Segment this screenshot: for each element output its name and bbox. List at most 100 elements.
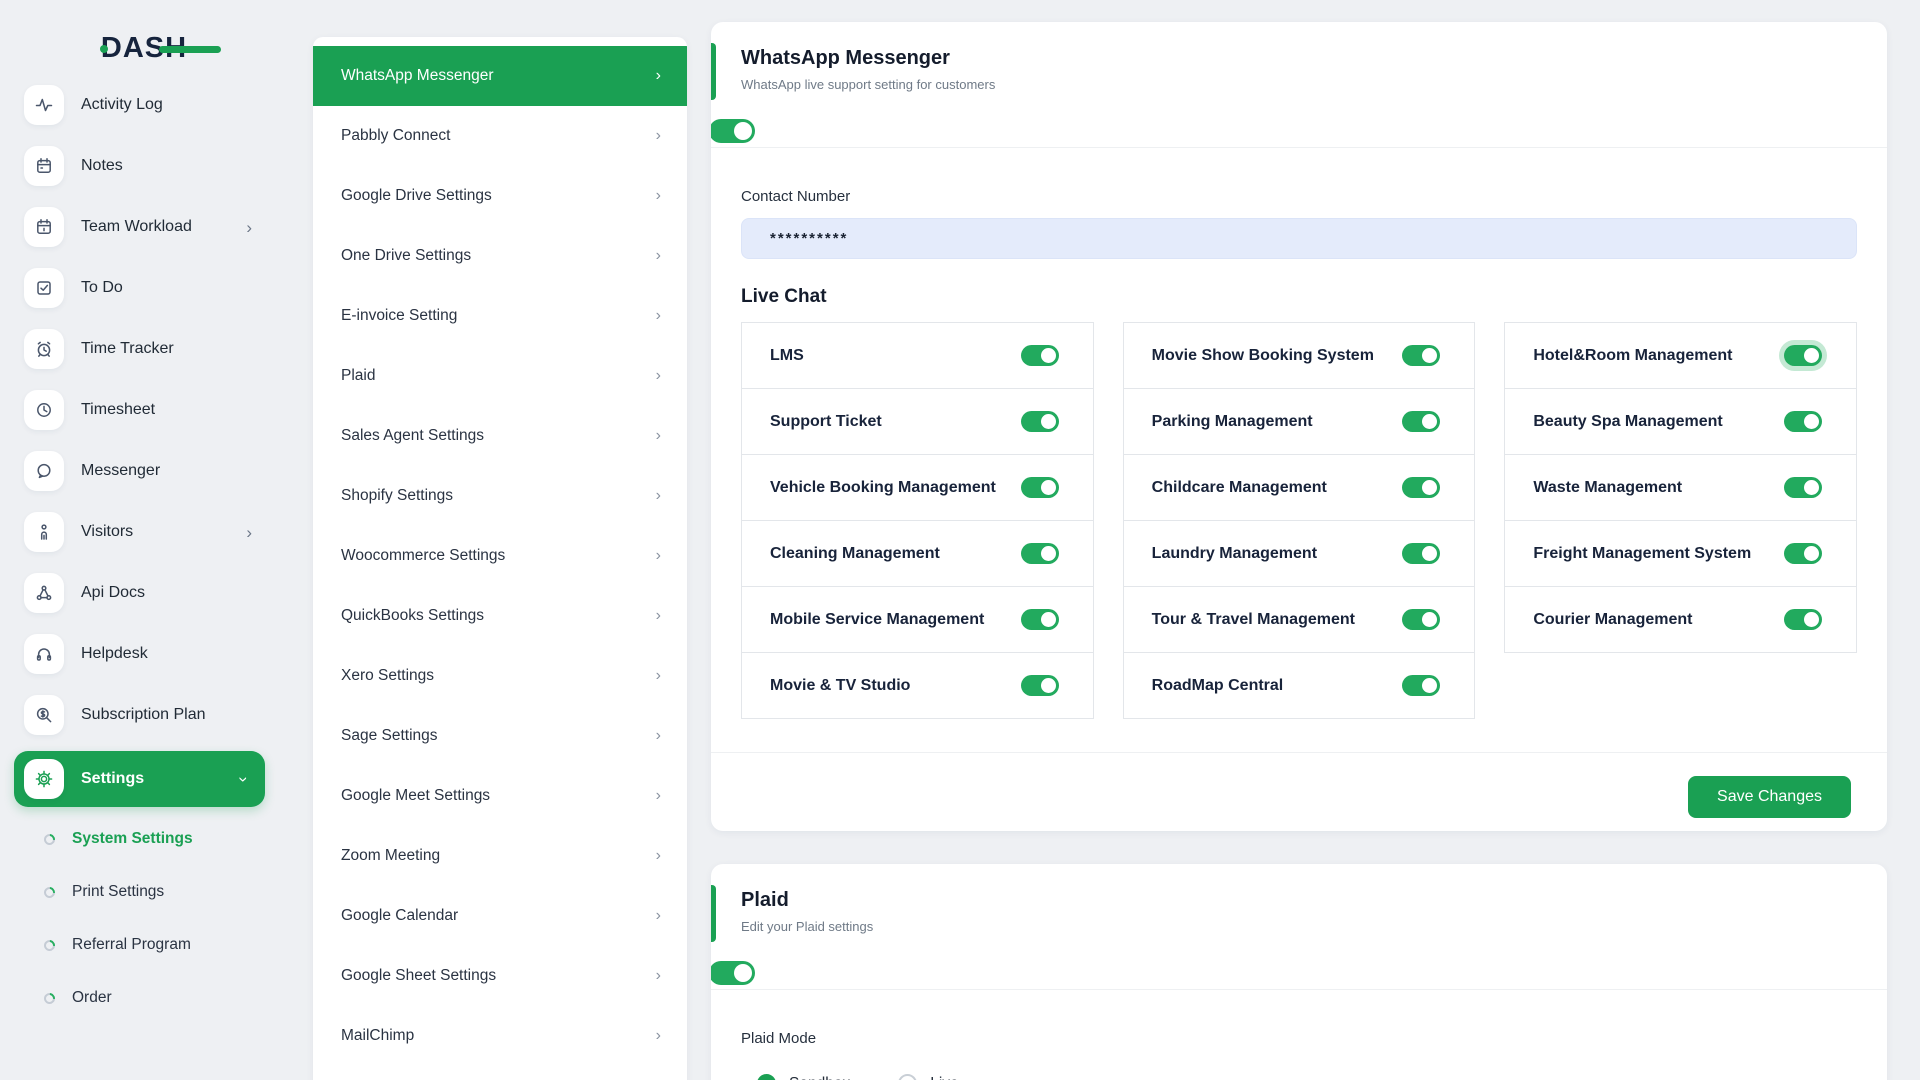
sidebar-nav: Activity Log Notes Team Workload › To Do	[0, 80, 288, 1029]
live-chat-column-1: LMS Support Ticket Vehicle Booking Manag…	[741, 322, 1094, 719]
card-subtitle: Edit your Plaid settings	[741, 919, 1855, 934]
whatsapp-card-footer: Save Changes	[711, 752, 1887, 818]
module-toggle[interactable]	[1402, 543, 1440, 564]
menu-item-google-sheet-settings[interactable]: Google Sheet Settings ›	[313, 946, 687, 1006]
sidebar-item-helpdesk[interactable]: Helpdesk	[0, 629, 288, 679]
subnav-item-referral-program[interactable]: Referral Program	[0, 923, 288, 967]
sidebar-item-messenger[interactable]: Messenger	[0, 446, 288, 496]
menu-item-e-invoice-setting[interactable]: E-invoice Setting ›	[313, 286, 687, 346]
pulse-icon	[24, 85, 64, 125]
subnav-item-system-settings[interactable]: System Settings	[0, 817, 288, 861]
module-toggle[interactable]	[1021, 675, 1059, 696]
live-radio[interactable]	[898, 1074, 917, 1080]
menu-item-sage-settings[interactable]: Sage Settings ›	[313, 706, 687, 766]
calendar-day-icon	[24, 207, 64, 247]
live-chat-column-2: Movie Show Booking System Parking Manage…	[1123, 322, 1476, 719]
chevron-right-icon: ›	[246, 219, 252, 236]
module-toggle[interactable]	[1402, 675, 1440, 696]
contact-number-input[interactable]	[741, 218, 1857, 259]
module-row-cleaning: Cleaning Management	[741, 520, 1094, 587]
menu-item-zoom-meeting[interactable]: Zoom Meeting ›	[313, 826, 687, 886]
plaid-mode-label: Plaid Mode	[741, 1030, 1857, 1047]
chevron-right-icon: ›	[656, 607, 661, 625]
chevron-right-icon: ›	[656, 67, 661, 85]
menu-item-pabbly-connect[interactable]: Pabbly Connect ›	[313, 106, 687, 166]
menu-item-quickbooks-settings[interactable]: QuickBooks Settings ›	[313, 586, 687, 646]
module-row-movie-tv-studio: Movie & TV Studio	[741, 652, 1094, 719]
circle-bullet-icon	[42, 884, 57, 899]
sidebar: DASH Activity Log Notes Team Workload ›	[0, 0, 288, 1080]
module-toggle-focused[interactable]	[1784, 345, 1822, 366]
module-toggle[interactable]	[1402, 345, 1440, 366]
save-changes-button[interactable]: Save Changes	[1688, 776, 1851, 818]
module-toggle[interactable]	[1402, 411, 1440, 432]
module-toggle[interactable]	[1402, 609, 1440, 630]
alarm-clock-icon	[24, 329, 64, 369]
share-nodes-icon	[24, 573, 64, 613]
module-row-lms: LMS	[741, 322, 1094, 389]
headset-icon	[24, 634, 64, 674]
menu-item-plaid[interactable]: Plaid ›	[313, 346, 687, 406]
card-title: Plaid	[741, 889, 1855, 912]
module-toggle[interactable]	[1402, 477, 1440, 498]
sidebar-item-visitors[interactable]: Visitors ›	[0, 507, 288, 557]
card-subtitle: WhatsApp live support setting for custom…	[741, 77, 1855, 92]
menu-item-google-drive-settings[interactable]: Google Drive Settings ›	[313, 166, 687, 226]
subnav-item-order[interactable]: Order	[0, 976, 288, 1020]
module-toggle[interactable]	[1021, 477, 1059, 498]
plaid-card-header: Plaid Edit your Plaid settings	[711, 864, 1887, 990]
module-row-roadmap-central: RoadMap Central	[1123, 652, 1476, 719]
sandbox-radio[interactable]	[757, 1074, 776, 1080]
green-accent-bar	[711, 43, 716, 100]
module-toggle[interactable]	[1784, 411, 1822, 432]
plaid-card-body: Plaid Mode Sandbox Live	[711, 1030, 1887, 1080]
menu-item-google-meet-settings[interactable]: Google Meet Settings ›	[313, 766, 687, 826]
menu-item-shopify-settings[interactable]: Shopify Settings ›	[313, 466, 687, 526]
circle-bullet-icon	[42, 990, 57, 1005]
sidebar-item-notes[interactable]: Notes	[0, 141, 288, 191]
gear-icon	[24, 759, 64, 799]
chevron-right-icon: ›	[656, 967, 661, 985]
chevron-right-icon: ›	[656, 307, 661, 325]
sidebar-item-time-tracker[interactable]: Time Tracker	[0, 324, 288, 374]
module-row-childcare: Childcare Management	[1123, 454, 1476, 521]
module-toggle[interactable]	[1021, 609, 1059, 630]
module-row-tour-travel: Tour & Travel Management	[1123, 586, 1476, 653]
app-logo: DASH	[0, 32, 288, 65]
menu-item-xero-settings[interactable]: Xero Settings ›	[313, 646, 687, 706]
menu-item-one-drive-settings[interactable]: One Drive Settings ›	[313, 226, 687, 286]
module-toggle[interactable]	[1784, 543, 1822, 564]
chevron-right-icon: ›	[656, 667, 661, 685]
whatsapp-enable-toggle[interactable]	[711, 119, 755, 143]
menu-item-mailchimp[interactable]: MailChimp ›	[313, 1006, 687, 1066]
module-toggle[interactable]	[1784, 477, 1822, 498]
menu-item-woocommerce-settings[interactable]: Woocommerce Settings ›	[313, 526, 687, 586]
clock-icon	[24, 390, 64, 430]
sidebar-item-subscription-plan[interactable]: Subscription Plan	[0, 690, 288, 740]
module-toggle[interactable]	[1021, 543, 1059, 564]
module-row-support-ticket: Support Ticket	[741, 388, 1094, 455]
plaid-enable-toggle[interactable]	[711, 961, 755, 985]
chevron-right-icon: ›	[656, 127, 661, 145]
module-toggle[interactable]	[1021, 411, 1059, 432]
chevron-right-icon: ›	[656, 1027, 661, 1045]
chevron-right-icon: ›	[656, 247, 661, 265]
module-toggle[interactable]	[1021, 345, 1059, 366]
chevron-right-icon: ›	[656, 547, 661, 565]
sidebar-item-settings[interactable]: Settings ›	[14, 751, 265, 807]
subnav-item-print-settings[interactable]: Print Settings	[0, 870, 288, 914]
menu-item-google-calendar[interactable]: Google Calendar ›	[313, 886, 687, 946]
module-toggle[interactable]	[1784, 609, 1822, 630]
sidebar-item-api-docs[interactable]: Api Docs	[0, 568, 288, 618]
sidebar-item-team-workload[interactable]: Team Workload ›	[0, 202, 288, 252]
module-row-parking: Parking Management	[1123, 388, 1476, 455]
menu-item-whatsapp-messenger[interactable]: WhatsApp Messenger ›	[313, 46, 687, 106]
integrations-menu: WhatsApp Messenger › Pabbly Connect › Go…	[313, 37, 687, 1080]
sidebar-item-timesheet[interactable]: Timesheet	[0, 385, 288, 435]
menu-item-sales-agent-settings[interactable]: Sales Agent Settings ›	[313, 406, 687, 466]
live-chat-column-3: Hotel&Room Management Beauty Spa Managem…	[1504, 322, 1857, 719]
sidebar-item-activity-log[interactable]: Activity Log	[0, 80, 288, 130]
module-row-waste: Waste Management	[1504, 454, 1857, 521]
whatsapp-settings-card: WhatsApp Messenger WhatsApp live support…	[711, 22, 1887, 831]
sidebar-item-to-do[interactable]: To Do	[0, 263, 288, 313]
